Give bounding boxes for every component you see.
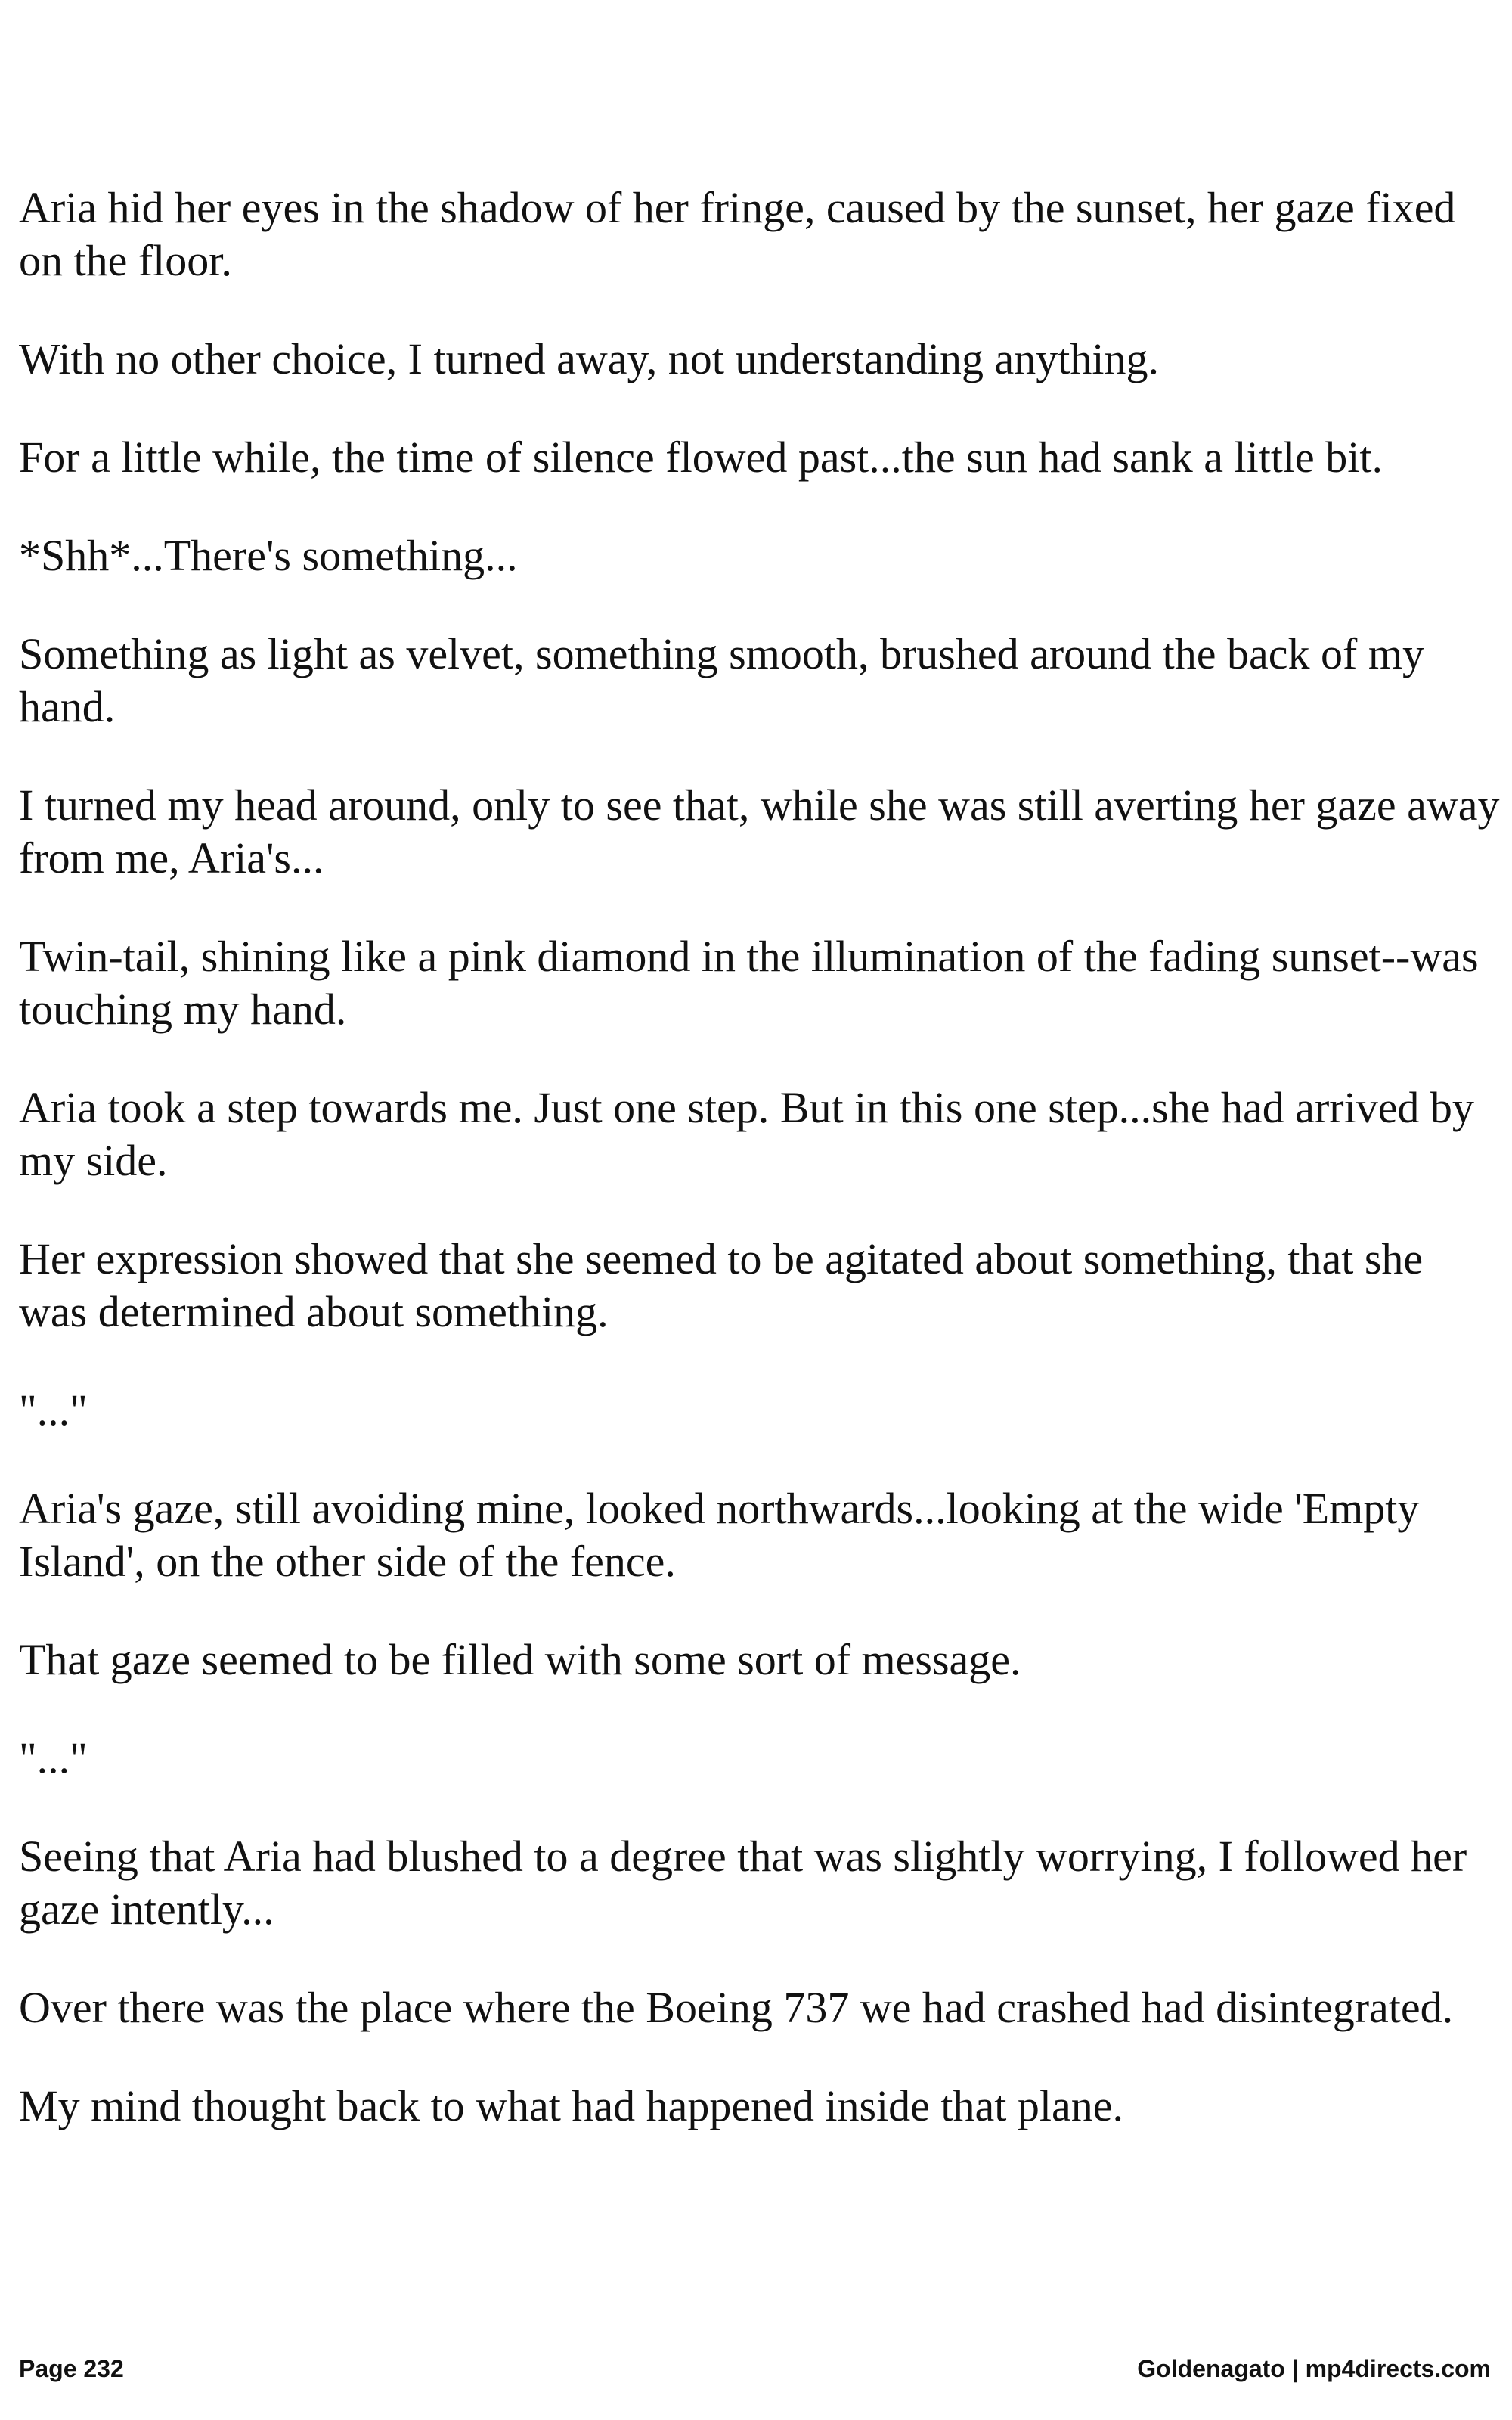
paragraph: Aria took a step towards me. Just one st…	[19, 1083, 1474, 1185]
footer-credit: Goldenagato | mp4directs.com	[1137, 2355, 1491, 2382]
paragraph: Twin-tail, shining like a pink diamond i…	[19, 932, 1479, 1034]
page-number: Page 232	[19, 2355, 124, 2382]
paragraph: With no other choice, I turned away, not…	[19, 334, 1159, 383]
paragraph: Aria's gaze, still avoiding mine, looked…	[19, 1484, 1420, 1586]
paragraph: For a little while, the time of silence …	[19, 433, 1383, 482]
paragraph: Seeing that Aria had blushed to a degree…	[19, 1832, 1467, 1934]
paragraph: Aria hid her eyes in the shadow of her f…	[19, 183, 1456, 285]
paragraph: My mind thought back to what had happene…	[19, 2081, 1123, 2130]
paragraph: Her expression showed that she seemed to…	[19, 1234, 1424, 1336]
paragraph: Something as light as velvet, something …	[19, 629, 1424, 731]
paragraph: "..."	[19, 1733, 88, 1782]
paragraph: "..."	[19, 1385, 88, 1435]
paragraph: *Shh*...There's something...	[19, 531, 518, 580]
paragraph: I turned my head around, only to see tha…	[19, 780, 1500, 883]
page-body: Aria hid her eyes in the shadow of her f…	[19, 182, 1501, 2178]
paragraph: Over there was the place where the Boein…	[19, 1983, 1454, 2032]
paragraph: That gaze seemed to be filled with some …	[19, 1635, 1021, 1684]
